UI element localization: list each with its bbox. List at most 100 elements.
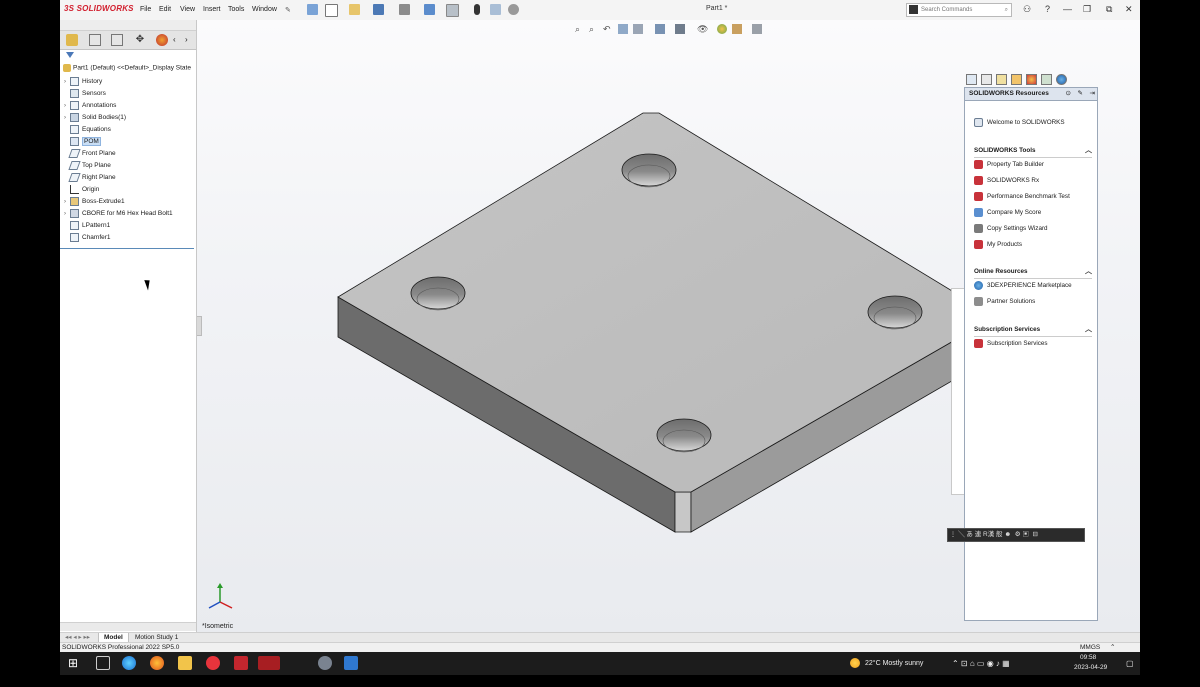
file-explorer-tab-icon[interactable] [996,74,1007,85]
search-commands-field[interactable]: Search Commands ⌕ [906,3,1012,17]
link-property-tab-builder[interactable]: Property Tab Builder [974,160,1044,170]
tree-item-origin[interactable]: Origin [64,184,99,196]
tree-item-right-plane[interactable]: Right Plane [64,172,116,184]
open-folder-icon[interactable] [349,4,360,15]
tree-item-history[interactable]: › History [64,76,102,88]
tab-scroll-right-icon[interactable]: › [185,34,197,46]
firefox-icon[interactable] [150,656,164,670]
link-partner-solutions[interactable]: Partner Solutions [974,297,1035,307]
office-app-icon[interactable] [234,656,248,670]
app-arrow-icon[interactable] [344,656,358,670]
windows-start-icon[interactable]: ⊞ [68,656,82,670]
welcome-link[interactable]: Welcome to SOLIDWORKS [974,118,1065,128]
collapse-chevron-icon[interactable]: ︿ [1085,146,1092,156]
restore-button[interactable]: ❐ [1083,4,1091,15]
tree-item-annotations[interactable]: › Annotations [64,100,116,112]
design-library-tab-icon[interactable] [981,74,992,85]
tab-scroll-left-icon[interactable]: ‹ [173,34,185,46]
tree-item-material[interactable]: POM [64,136,101,148]
link-subscription-services[interactable]: Subscription Services [974,339,1048,349]
restore-down-button[interactable]: ⧉ [1106,4,1112,15]
vivaldi-icon[interactable] [206,656,220,670]
link-solidworks-rx[interactable]: SOLIDWORKS Rx [974,176,1039,186]
link-benchmark-test[interactable]: Performance Benchmark Test [974,192,1070,202]
pin-pane-icon[interactable]: ✎ [1078,88,1083,100]
home-icon[interactable] [307,4,318,15]
clock-date[interactable]: 2023-04-29 [1074,664,1107,687]
solidworks-logo[interactable]: 3S SOLIDWORKS [64,4,134,13]
minimize-button[interactable]: — [1063,4,1072,14]
weather-text[interactable]: 22°C Mostly sunny [865,652,923,675]
select-icon[interactable] [446,4,459,17]
menu-window[interactable]: Window [252,6,277,13]
section-solidworks-tools[interactable]: SOLIDWORKS Tools ︿ [974,146,1092,158]
tree-item-front-plane[interactable]: Front Plane [64,148,116,160]
view-palette-tab-icon[interactable] [1011,74,1022,85]
help-icon[interactable]: ? [1045,4,1050,14]
link-label: Subscription Services [987,340,1048,348]
save-icon[interactable] [373,4,384,15]
custom-properties-tab-icon[interactable] [1041,74,1052,85]
tray-icons[interactable]: ⌃ ⊡ ⌂ ▭ ◉ ♪ ▦ [952,652,1010,675]
notifications-icon[interactable]: ▢ [1126,652,1134,675]
tree-item-label: Right Plane [82,174,116,181]
section-online-resources[interactable]: Online Resources ︿ [974,267,1092,279]
file-explorer-icon[interactable] [178,656,192,670]
link-compare-score[interactable]: Compare My Score [974,208,1041,218]
property-manager-tab-icon[interactable] [89,34,101,46]
feature-manager-tab-icon[interactable] [66,34,78,46]
close-button[interactable]: ✕ [1125,4,1133,15]
edge-browser-icon[interactable] [122,656,136,670]
ime-toolbar[interactable]: ⋮ ╲ あ 連 R漢 般 ☻ ⚙ ▣ ⊟ [947,528,1085,542]
menu-view[interactable]: View [180,6,195,13]
rollback-bar[interactable] [60,248,194,249]
link-copy-settings[interactable]: Copy Settings Wizard [974,224,1048,234]
traffic-light-icon[interactable] [474,4,480,15]
tree-item-top-plane[interactable]: Top Plane [64,160,111,172]
logo-text: SOLIDWORKS [76,4,134,13]
configuration-manager-tab-icon[interactable] [111,34,123,46]
collapse-chevron-icon[interactable]: ︿ [1085,325,1092,335]
back-icon[interactable]: ⊙ [1066,88,1071,100]
print-icon[interactable] [399,4,410,15]
resources-tab-icon[interactable] [966,74,977,85]
display-manager-tab-icon[interactable] [156,34,168,46]
helmet-app-icon[interactable] [318,656,332,670]
tree-item-lpattern1[interactable]: LPattern1 [64,220,110,232]
new-document-icon[interactable] [325,4,338,17]
user-icon[interactable]: ⚇ [1023,4,1031,15]
3dexperience-tab-icon[interactable] [1056,74,1067,85]
options-gear-icon[interactable] [508,4,519,15]
task-view-icon[interactable] [96,656,110,670]
unit-system[interactable]: MMGS [1080,643,1100,652]
tree-root-part[interactable]: Part1 (Default) <<Default>_Display State [63,64,191,72]
menu-file[interactable]: File [140,6,151,13]
filter-icon[interactable] [66,52,74,58]
tree-item-sensors[interactable]: Sensors [64,88,106,100]
tree-item-solid-bodies[interactable]: › Solid Bodies(1) [64,112,126,124]
collapse-chevron-icon[interactable]: ︿ [1085,267,1092,277]
undo-icon[interactable] [424,4,435,15]
appearances-tab-icon[interactable] [1026,74,1037,85]
link-3dexperience-marketplace[interactable]: 3DEXPERIENCE Marketplace [974,281,1072,291]
tree-item-boss-extrude1[interactable]: › Boss-Extrude1 [64,196,125,208]
solidworks-taskbar-icon[interactable] [258,656,280,670]
horizontal-scrollbar[interactable] [60,622,196,631]
file-properties-icon[interactable] [490,4,501,15]
section-subscription-services[interactable]: Subscription Services ︿ [974,325,1092,337]
tree-item-chamfer1[interactable]: Chamfer1 [64,232,111,244]
tree-item-equations[interactable]: Equations [64,124,111,136]
panel-splitter-handle[interactable] [197,316,202,336]
pin-icon[interactable]: ✎ [285,6,291,14]
status-expand-icon[interactable]: ⌃ [1110,643,1115,652]
menu-insert[interactable]: Insert [203,6,221,13]
menu-tools[interactable]: Tools [228,6,244,13]
plate-chamfer-face[interactable] [674,491,692,533]
collapse-pane-icon[interactable]: ⇥ [1090,88,1095,100]
menu-edit[interactable]: Edit [159,6,171,13]
weather-icon[interactable] [850,658,860,668]
link-my-products[interactable]: My Products [974,240,1022,250]
dimxpert-tab-icon[interactable]: ✥ [134,34,146,46]
tree-item-cbore[interactable]: › CBORE for M6 Hex Head Bolt1 [64,208,173,220]
panel-collapse-strip[interactable] [60,20,196,31]
